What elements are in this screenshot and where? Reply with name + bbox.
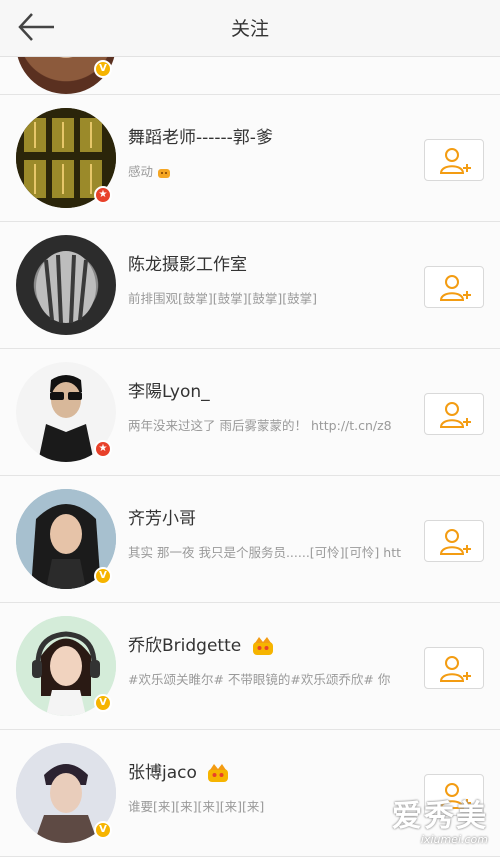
user-desc: #欢乐颂关睢尔# 不带眼镜的#欢乐颂乔欣# 你 [128, 672, 391, 687]
list-item[interactable]: V [0, 56, 500, 95]
follow-button[interactable] [424, 266, 484, 308]
list-item[interactable]: V 乔欣Bridgette #欢乐颂关睢尔# 不带眼镜的#欢乐颂乔欣# 你 [0, 603, 500, 730]
add-user-icon [439, 275, 471, 301]
following-list: V ★ 舞蹈老师------郭-爹 感动 陈龙摄影工作室 前排围观[鼓掌][鼓掌… [0, 56, 500, 857]
user-desc: 感动 [128, 161, 410, 180]
watermark-title: 爱秀美 [392, 799, 488, 834]
watermark-logo: 爱秀美 ixiumei.com [392, 791, 488, 846]
add-user-icon [439, 402, 471, 428]
avatar [16, 235, 116, 335]
list-item[interactable]: V 齐芳小哥 其实 那一夜 我只是个服务员......[可怜][可怜] htt [0, 476, 500, 603]
follow-button[interactable] [424, 393, 484, 435]
user-desc: 两年没来过这了 雨后雾蒙蒙的！ http://t.cn/z8 [128, 418, 392, 433]
follow-button[interactable] [424, 139, 484, 181]
top-bar: 关注 [0, 0, 500, 57]
user-desc: 前排围观[鼓掌][鼓掌][鼓掌][鼓掌] [128, 291, 318, 306]
add-user-icon [439, 148, 471, 174]
user-name: 张博jaco [128, 758, 230, 783]
add-user-icon [439, 656, 471, 682]
add-user-icon [439, 529, 471, 555]
crown-emoji-icon [208, 764, 229, 782]
user-name: 乔欣Bridgette [128, 631, 275, 656]
user-desc: 谁要[来][来][来][来][来] [128, 799, 265, 814]
verified-v-icon: V [94, 821, 112, 839]
follow-button[interactable] [424, 647, 484, 689]
follow-button[interactable] [424, 520, 484, 562]
emoji-icon [158, 168, 170, 178]
star-badge-icon: ★ [94, 186, 112, 204]
user-name: 舞蹈老师------郭-爹 [128, 128, 273, 148]
user-name: 陈龙摄影工作室 [128, 255, 247, 275]
list-item[interactable]: ★ 舞蹈老师------郭-爹 感动 [0, 95, 500, 222]
user-desc: 其实 那一夜 我只是个服务员......[可怜][可怜] htt [128, 545, 401, 560]
star-badge-icon: ★ [94, 440, 112, 458]
user-name: 齐芳小哥 [128, 509, 196, 529]
list-item[interactable]: 陈龙摄影工作室 前排围观[鼓掌][鼓掌][鼓掌][鼓掌] [0, 222, 500, 349]
verified-v-icon: V [94, 694, 112, 712]
verified-v-icon: V [94, 60, 112, 78]
verified-v-icon: V [94, 567, 112, 585]
page-title: 关注 [230, 18, 269, 40]
list-item[interactable]: ★ 李陽Lyon_ 两年没来过这了 雨后雾蒙蒙的！ http://t.cn/z8 [0, 349, 500, 476]
crown-emoji-icon [252, 637, 273, 655]
user-name: 李陽Lyon_ [128, 382, 210, 402]
